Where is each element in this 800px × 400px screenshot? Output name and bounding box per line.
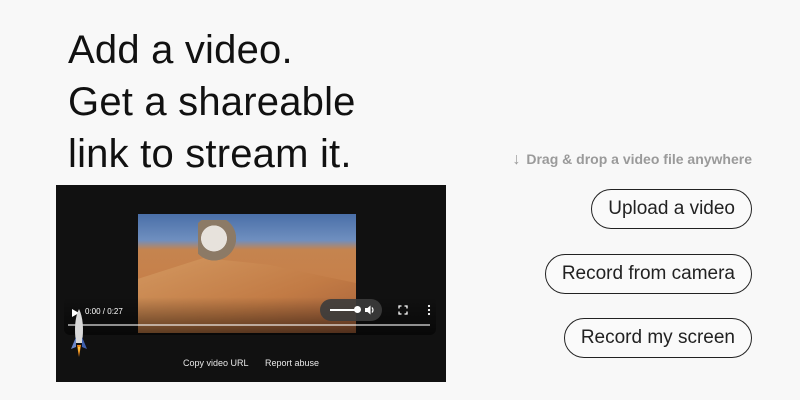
video-progress-bar[interactable] [68,324,430,326]
player-footer-links: Copy video URL Report abuse [56,358,446,368]
fullscreen-icon[interactable] [398,305,408,315]
video-scene-figure [198,220,238,266]
drag-drop-hint: ↓ Drag & drop a video file anywhere [512,151,752,169]
more-vertical-icon[interactable] [424,304,434,316]
volume-slider[interactable] [330,309,356,311]
copy-video-url-link[interactable]: Copy video URL [183,358,249,368]
record-camera-button[interactable]: Record from camera [544,254,752,294]
report-abuse-link[interactable]: Report abuse [265,358,319,368]
headline-line-1: Add a video. [68,28,293,72]
headline-line-3: link to stream it. [68,132,352,176]
record-screen-button[interactable]: Record my screen [563,318,752,358]
page-headline: Add a video. Get a shareable link to str… [68,24,356,180]
video-time: 0:00 / 0:27 [85,307,123,316]
volume-slider-knob[interactable] [354,306,361,313]
headline-line-2: Get a shareable [68,80,356,124]
upload-video-button[interactable]: Upload a video [591,189,752,229]
video-player-card: 0:00 / 0:27 Copy video URL Report abuse [56,185,446,382]
drag-drop-hint-text: Drag & drop a video file anywhere [526,151,752,167]
volume-control[interactable] [320,299,382,321]
video-controls: 0:00 / 0:27 [64,297,436,335]
down-arrow-icon: ↓ [512,151,521,168]
volume-icon[interactable] [364,304,376,316]
